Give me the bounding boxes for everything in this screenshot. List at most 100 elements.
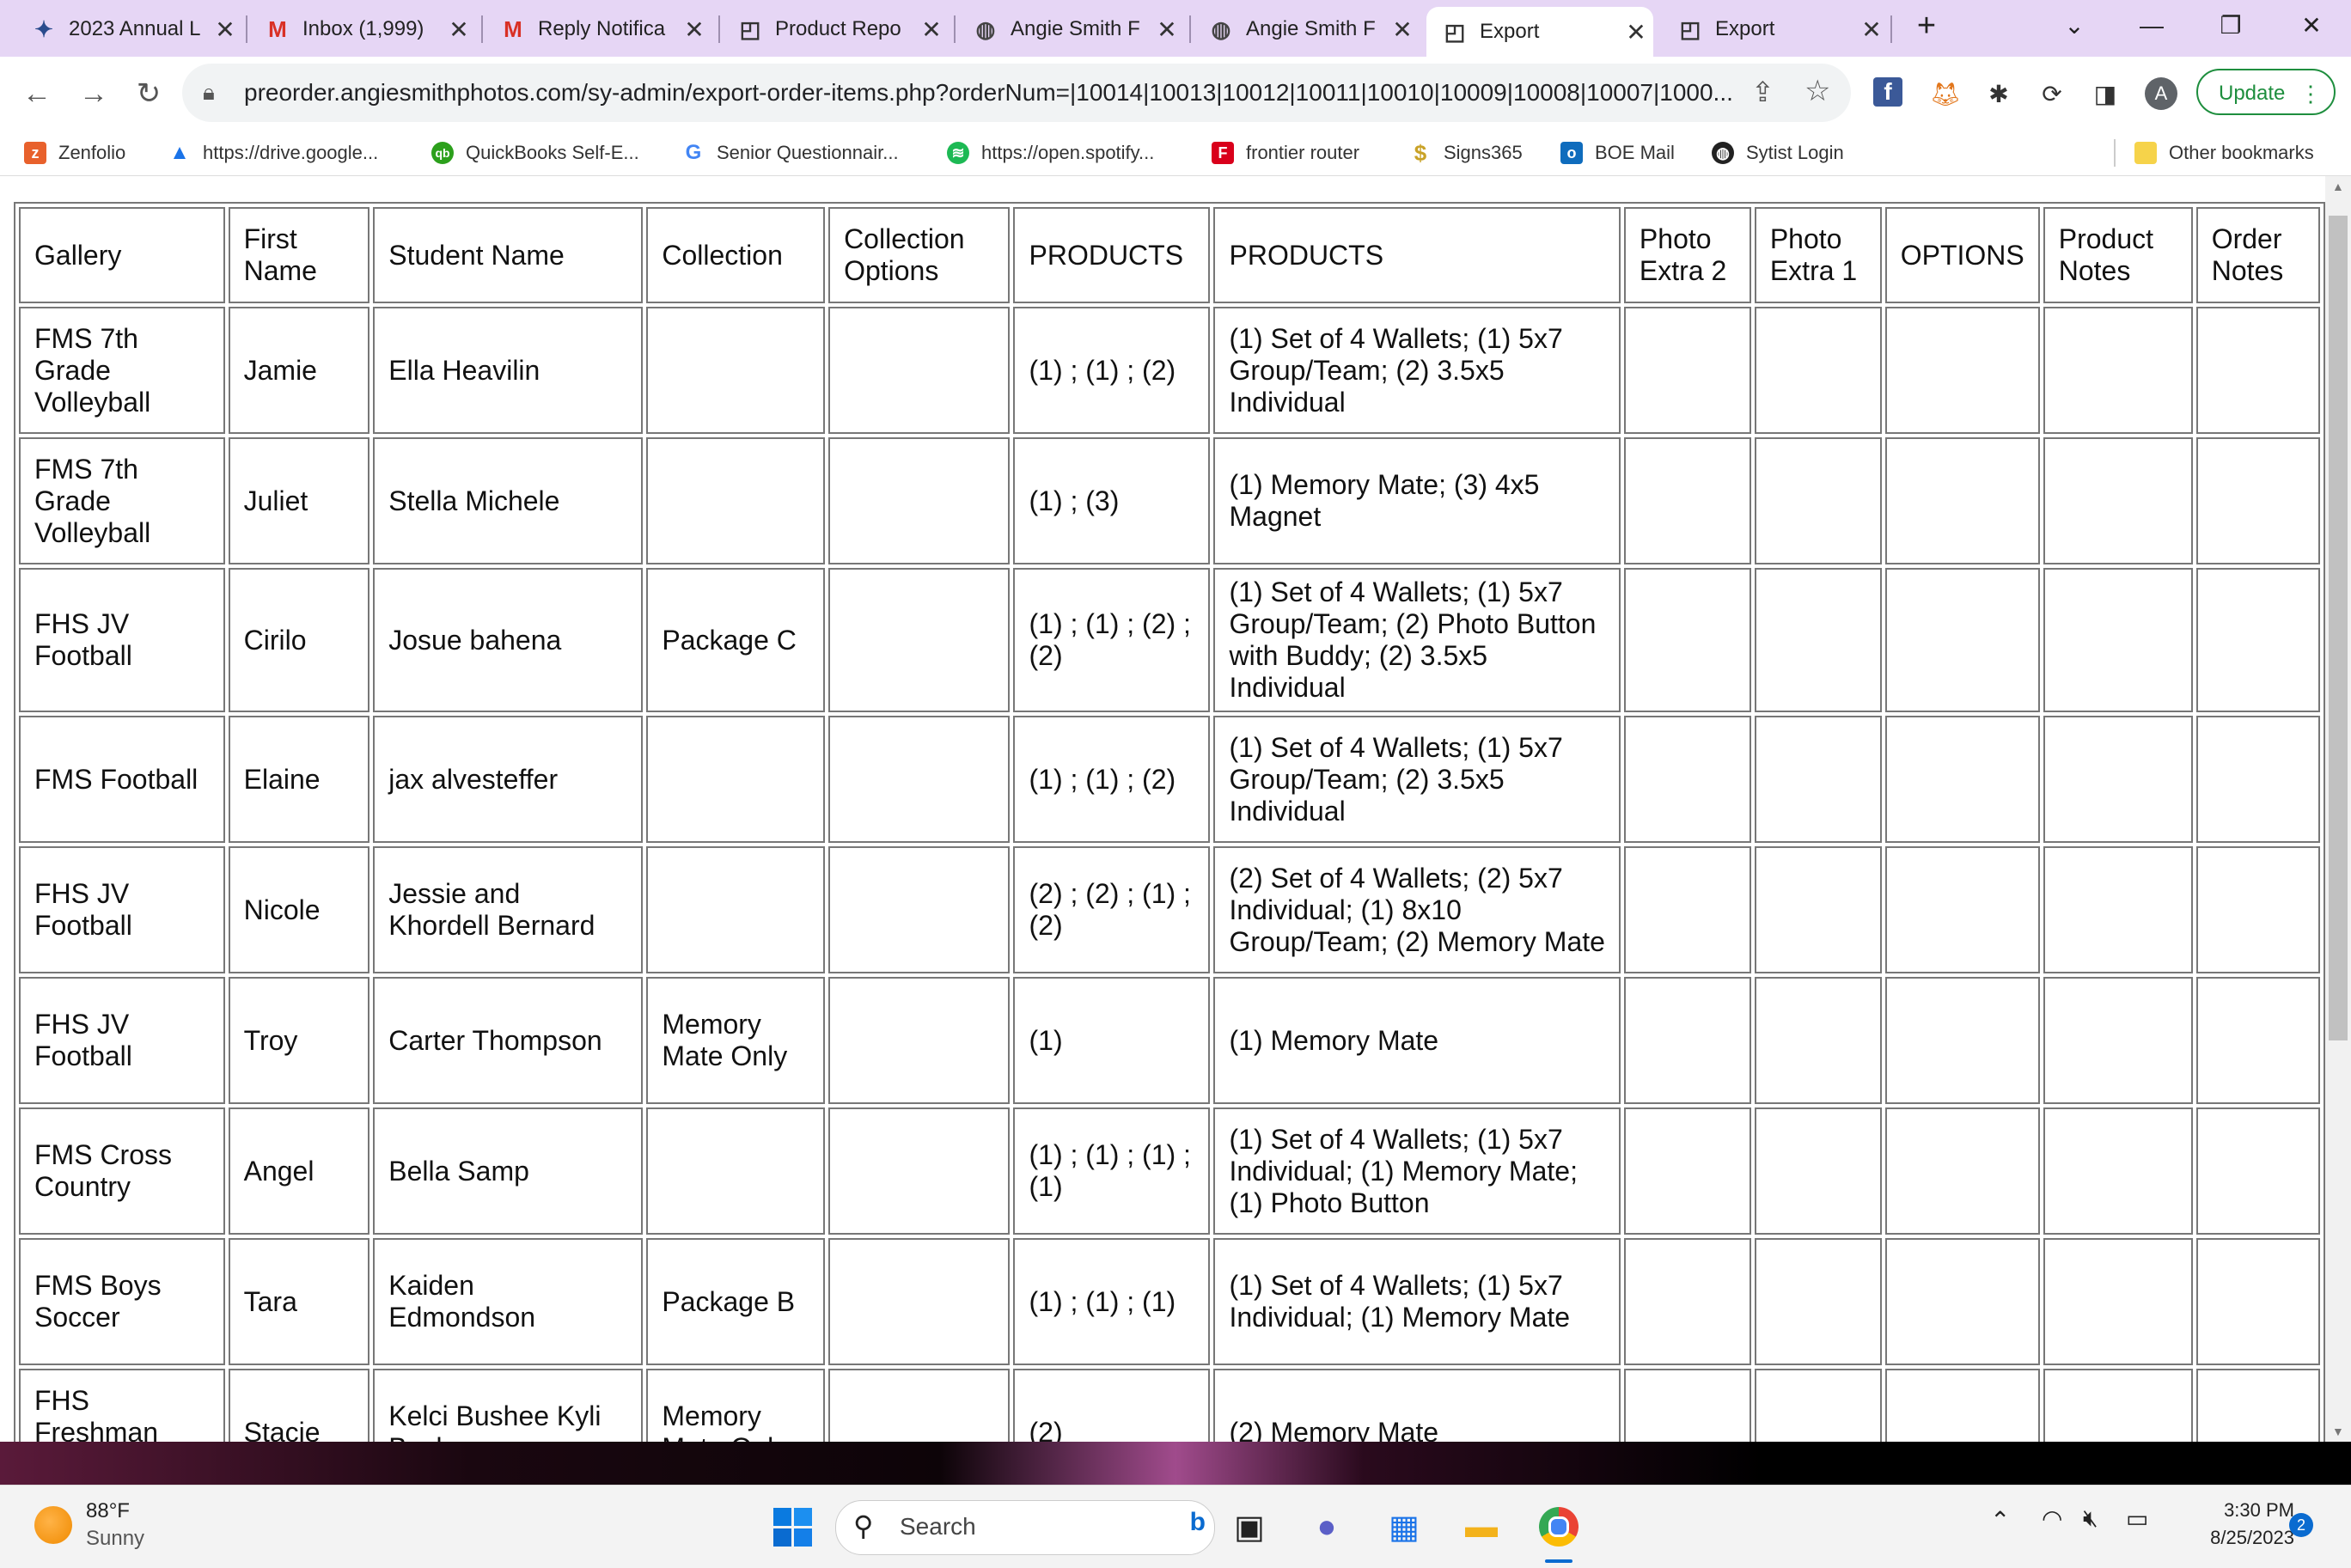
header-photo-extra-2: Photo Extra 2 (1623, 207, 1751, 303)
bookmark-signs365[interactable]: $ Signs365 (1409, 139, 1523, 167)
tab-2[interactable]: M Reply Notifica ✕ (485, 7, 711, 52)
weather-temp[interactable]: 88°F (86, 1499, 130, 1523)
scrollbar-thumb[interactable] (2329, 216, 2348, 1040)
close-tab-icon[interactable]: ✕ (208, 15, 242, 44)
tab-4[interactable]: ◍ Angie Smith F ✕ (957, 7, 1184, 52)
cell-first-name: Jamie (228, 307, 370, 434)
cell-student-name: Bella Samp (373, 1107, 644, 1235)
cell-product-notes (2043, 846, 2193, 973)
cell-collection-options (828, 716, 1011, 843)
close-tab-icon[interactable]: ✕ (1619, 18, 1653, 46)
restore-icon[interactable]: ❐ (2205, 9, 2256, 43)
sun-weather-icon[interactable] (34, 1506, 72, 1544)
bookmark-quickbooks[interactable]: qb QuickBooks Self-E... (431, 139, 639, 167)
forward-icon[interactable]: → (74, 74, 113, 113)
task-view-icon[interactable]: ▣ (1224, 1501, 1275, 1553)
cell-gallery: FHS JV Football (19, 846, 225, 973)
weather-condition[interactable]: Sunny (86, 1527, 144, 1551)
gmail-icon: M (268, 15, 287, 42)
close-tab-icon[interactable]: ✕ (1385, 15, 1420, 44)
close-tab-icon[interactable]: ✕ (914, 15, 949, 44)
bing-icon[interactable]: b (1190, 1508, 1206, 1537)
update-button[interactable]: Update ⋮ (2196, 69, 2336, 115)
address-bar[interactable]: 🔒︎ preorder.angiesmithphotos.com/sy-admi… (182, 64, 1851, 122)
tab-search-chevron-icon[interactable]: ⌄ (2049, 9, 2100, 43)
bookmark-star-icon[interactable]: ☆ (1804, 74, 1830, 108)
tab-5[interactable]: ◍ Angie Smith F ✕ (1193, 7, 1420, 52)
performance-icon[interactable]: ⟳ (2035, 77, 2069, 112)
extensions-puzzle-icon[interactable]: ✱ (1982, 77, 2016, 112)
cell-products: (2) Set of 4 Wallets; (2) 5x7 Individual… (1213, 846, 1621, 973)
cell-photo-extra-1 (1754, 307, 1882, 434)
scroll-up-icon[interactable]: ▲ (2332, 180, 2344, 193)
windows-start-icon[interactable] (766, 1501, 818, 1553)
tab-1[interactable]: M Inbox (1,999) ✕ (249, 7, 476, 52)
clock-date[interactable]: 8/25/2023 (2174, 1527, 2294, 1549)
bookmark-sytist-login[interactable]: ◍ Sytist Login (1712, 139, 1844, 167)
desktop-wallpaper-strip (0, 1442, 2351, 1485)
cell-collection-options (828, 1107, 1011, 1235)
side-panel-icon[interactable]: ◨ (2088, 77, 2122, 112)
page-scrollbar[interactable]: ▲ ▼ (2325, 176, 2351, 1442)
cell-product-notes (2043, 1369, 2193, 1442)
show-hidden-icons-chevron[interactable]: ⌃ (1990, 1506, 2010, 1534)
bookmark-frontier-router[interactable]: Ffrontier router (1212, 139, 1359, 167)
minimize-icon[interactable]: — (2126, 9, 2177, 43)
metamask-fox-icon[interactable]: 🦊︎ (1928, 77, 1963, 112)
cell-products: (1) Set of 4 Wallets; (1) 5x7 Individual… (1213, 1238, 1621, 1365)
clock-time[interactable]: 3:30 PM (2200, 1499, 2294, 1522)
back-icon[interactable]: ← (17, 74, 57, 113)
facebook-extension-icon[interactable]: f (1873, 77, 1902, 107)
taskbar-search[interactable]: ⚲ Search b (835, 1500, 1215, 1555)
cell-student-name: Ella Heavilin (373, 307, 644, 434)
wifi-icon[interactable]: ◠ (2042, 1504, 2062, 1533)
bookmark-senior-questionnaire[interactable]: G Senior Questionnair... (682, 139, 899, 167)
close-tab-icon[interactable]: ✕ (442, 15, 476, 44)
scroll-down-icon[interactable]: ▼ (2332, 1425, 2344, 1438)
battery-icon[interactable]: ▭ (2126, 1504, 2148, 1533)
tab-7[interactable]: ◰ Export ✕ (1662, 7, 1889, 52)
chrome-taskbar-icon[interactable] (1533, 1501, 1585, 1553)
new-tab-icon[interactable]: + (1901, 9, 1952, 43)
cell-photo-extra-1 (1754, 977, 1882, 1104)
close-tab-icon[interactable]: ✕ (1854, 15, 1889, 44)
cell-products: (2) Memory Mate (1213, 1369, 1621, 1442)
volume-muted-icon[interactable]: 🔇︎ (2083, 1504, 2098, 1533)
url-text[interactable]: preorder.angiesmithphotos.com/sy-admin/e… (244, 79, 1748, 107)
notification-badge[interactable]: 2 (2289, 1513, 2313, 1537)
share-icon[interactable]: ⇪ (1751, 76, 1774, 108)
file-explorer-icon[interactable]: ▬ (1456, 1501, 1507, 1553)
cell-collection: Memory Mate Only (646, 1369, 826, 1442)
table-row: FHS JV Football Nicole Jessie and Khordell… (19, 846, 2320, 973)
reload-icon[interactable]: ↻ (129, 74, 168, 113)
close-window-icon[interactable]: ✕ (2286, 9, 2337, 43)
teams-chat-icon[interactable]: ● (1301, 1501, 1353, 1553)
header-collection: Collection (646, 207, 826, 303)
tab-0[interactable]: ✦ 2023 Annual L ✕ (15, 7, 242, 52)
profile-avatar[interactable]: A (2145, 77, 2177, 110)
page-content: Gallery First Name Student Name Collecti… (0, 176, 2325, 1442)
cell-product-quantities: (2) ; (2) ; (1) ; (2) (1013, 846, 1211, 973)
microsoft-store-icon[interactable]: ▦ (1378, 1501, 1430, 1553)
cell-product-notes (2043, 1107, 2193, 1235)
tab-6-active[interactable]: ◰ Export ✕ (1426, 7, 1653, 57)
close-tab-icon[interactable]: ✕ (1150, 15, 1184, 44)
tab-3[interactable]: ◰ Product Repo ✕ (722, 7, 949, 52)
cell-gallery: FMS Football (19, 716, 225, 843)
cell-student-name: Stella Michele (373, 437, 644, 564)
bookmark-boe-mail[interactable]: o BOE Mail (1560, 139, 1675, 167)
cell-products: (1) Set of 4 Wallets; (1) 5x7 Group/Team… (1213, 307, 1621, 434)
update-label: Update (2219, 82, 2286, 105)
bookmark-spotify[interactable]: ≋ https://open.spotify... (947, 139, 1154, 167)
kebab-menu-icon: ⋮ (2299, 81, 2322, 107)
table-row: FMS 7th Grade Volleyball Juliet Stella Mic… (19, 437, 2320, 564)
bird-logo-icon: ✦ (34, 15, 53, 42)
cell-product-quantities: (1) ; (1) ; (1) (1013, 1238, 1211, 1365)
other-bookmarks-folder[interactable]: Other bookmarks (2134, 139, 2314, 167)
cell-collection: Package B (646, 1238, 826, 1365)
cell-student-name: Carter Thompson (373, 977, 644, 1104)
bookmark-drive[interactable]: ▲ https://drive.google... (168, 139, 378, 167)
cell-gallery: FHS JV Football (19, 977, 225, 1104)
bookmark-zenfolio[interactable]: z Zenfolio (24, 139, 125, 167)
close-tab-icon[interactable]: ✕ (677, 15, 711, 44)
